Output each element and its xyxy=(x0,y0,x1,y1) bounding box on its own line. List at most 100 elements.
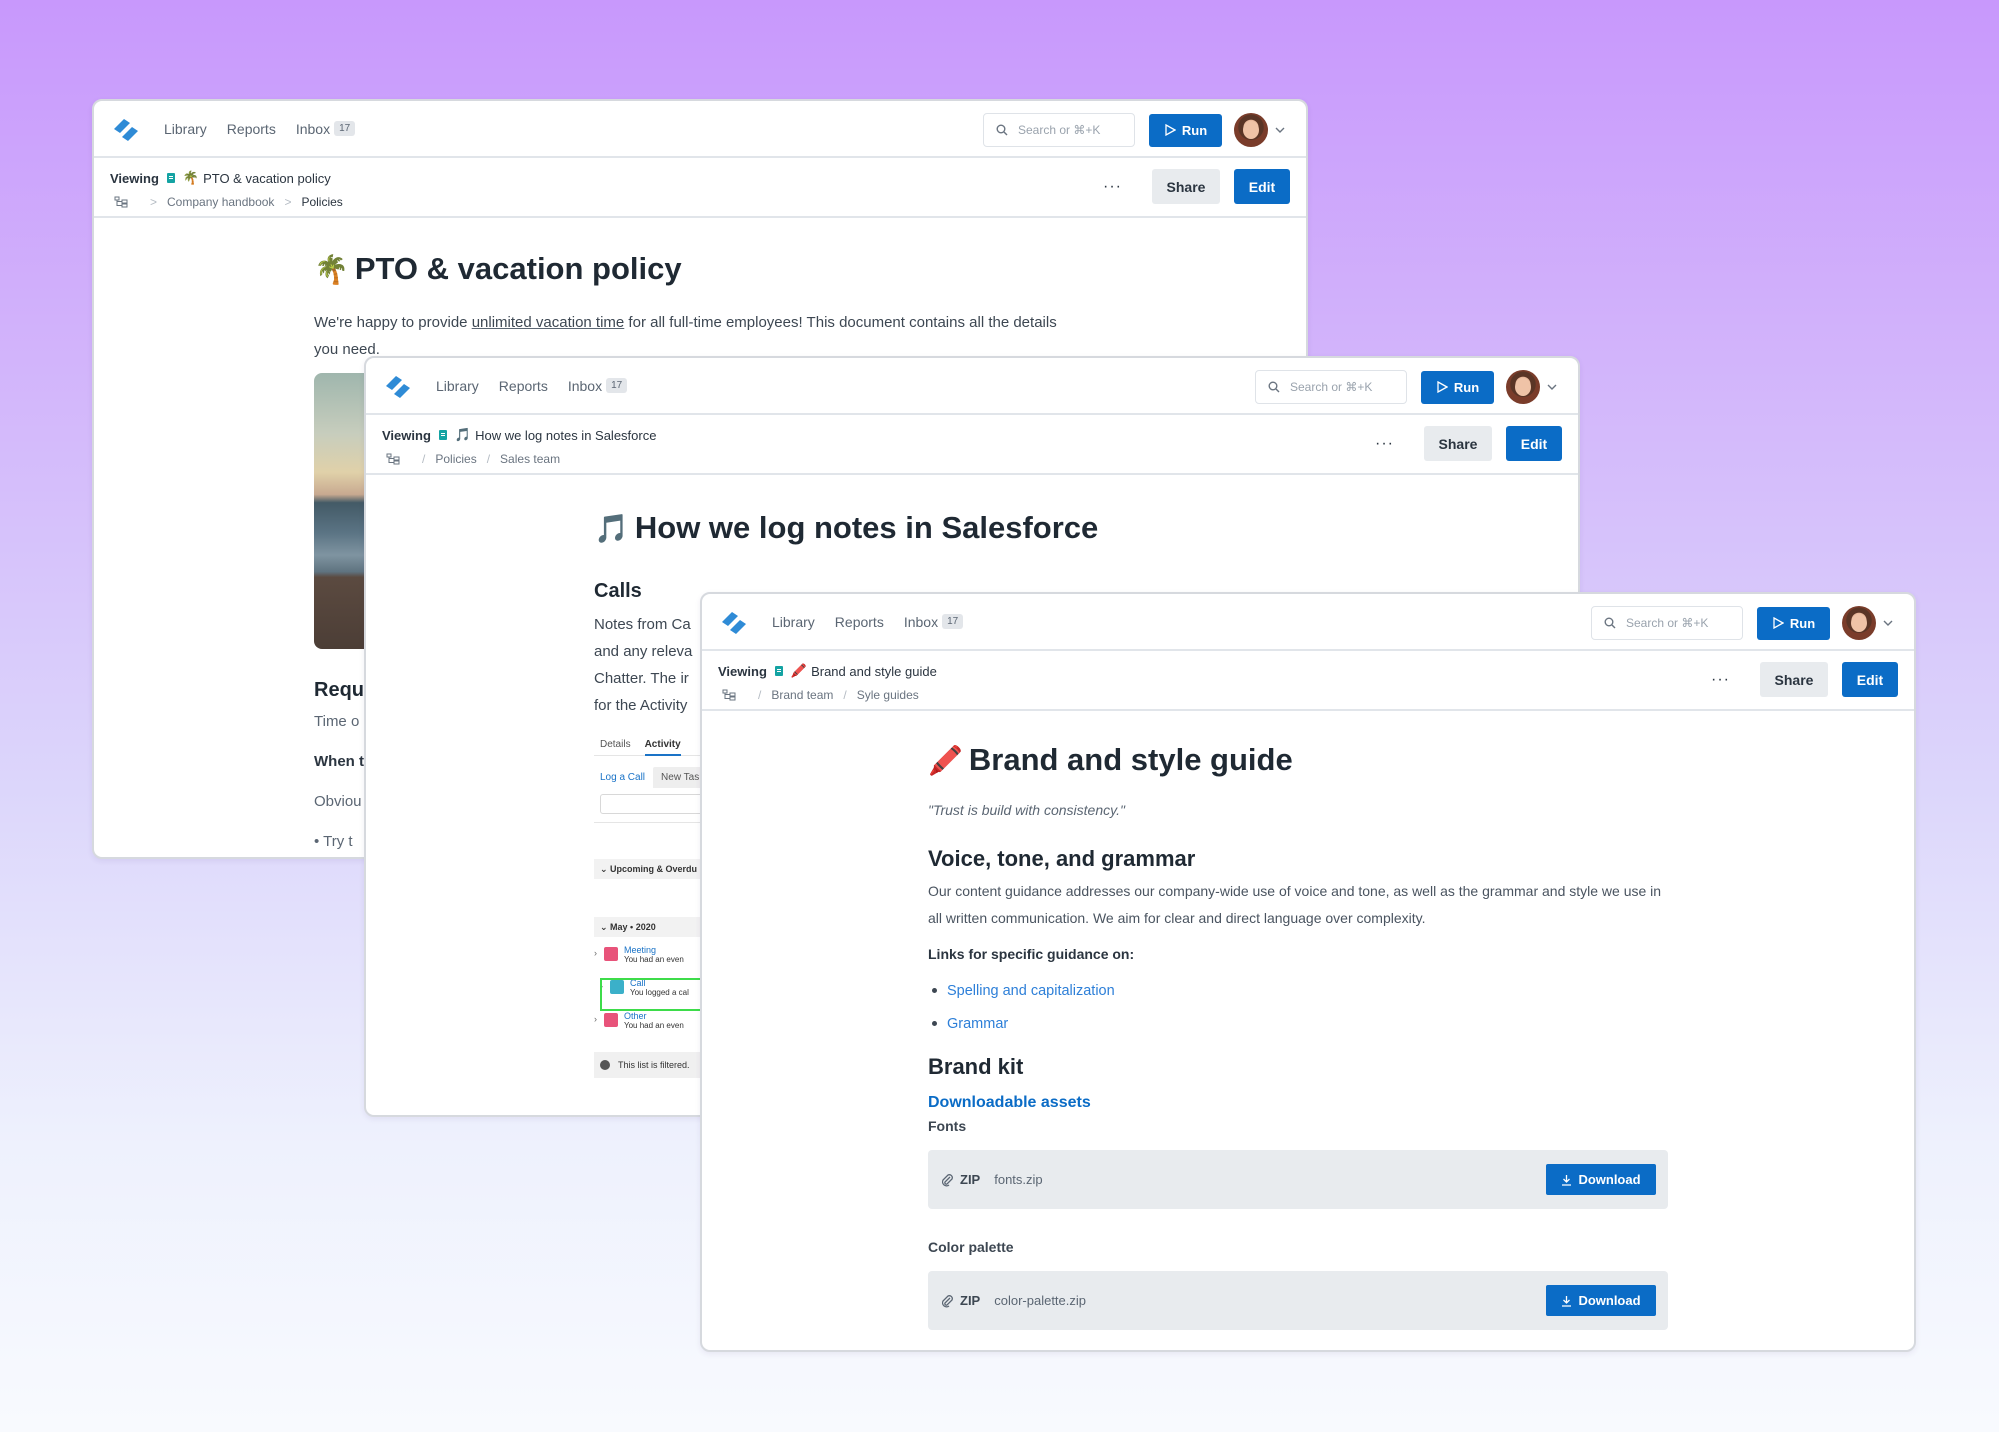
sf-expand-icon: › xyxy=(594,1014,597,1024)
file-type: ZIP xyxy=(960,1293,981,1308)
nav-inbox[interactable]: Inbox 17 xyxy=(567,377,628,394)
fonts-label: Fonts xyxy=(928,1118,967,1134)
play-icon xyxy=(1773,617,1784,629)
sf-input-box xyxy=(600,794,714,814)
nav-library[interactable]: Library xyxy=(772,614,815,630)
sf-timeline-item: › Call You logged a cal xyxy=(600,978,714,1011)
user-avatar[interactable] xyxy=(1842,606,1876,640)
document-title: Brand and style guide xyxy=(811,663,937,679)
edit-button[interactable]: Edit xyxy=(1234,169,1290,204)
share-button[interactable]: Share xyxy=(1152,169,1220,204)
nav-reports[interactable]: Reports xyxy=(499,378,548,394)
nav-reports[interactable]: Reports xyxy=(835,614,884,630)
search-input[interactable]: Search or ⌘+K xyxy=(983,113,1135,147)
main-nav: Library Reports Inbox 17 xyxy=(772,614,964,630)
link-grammar[interactable]: Grammar xyxy=(928,1007,1668,1040)
link-spelling-capitalization[interactable]: Spelling and capitalization xyxy=(928,974,1668,1007)
download-label: Download xyxy=(1578,1293,1641,1308)
sf-tabs: Details Activity xyxy=(594,734,714,756)
download-fonts-button[interactable]: Download xyxy=(1546,1164,1656,1195)
color-palette-label: Color palette xyxy=(928,1239,1014,1255)
nav-inbox[interactable]: Inbox 17 xyxy=(904,614,964,630)
chevron-down-icon[interactable] xyxy=(1546,381,1558,393)
palm-tree-icon: 🌴 xyxy=(314,253,349,285)
nav-reports[interactable]: Reports xyxy=(227,121,276,137)
search-input[interactable]: Search or ⌘+K xyxy=(1255,370,1407,404)
breadcrumb-separator: > xyxy=(150,195,158,209)
unlimited-vacation-link[interactable]: unlimited vacation time xyxy=(472,314,625,331)
search-input[interactable]: Search or ⌘+K xyxy=(1591,606,1743,640)
search-icon xyxy=(1268,381,1280,393)
links-label: Links for specific guidance on: xyxy=(928,946,1135,962)
more-options-button[interactable]: ··· xyxy=(1711,671,1730,687)
share-button[interactable]: Share xyxy=(1424,426,1492,461)
breadcrumb-policies[interactable]: Policies xyxy=(435,452,476,466)
search-icon xyxy=(1604,617,1616,629)
download-label: Download xyxy=(1578,1172,1641,1187)
bullet-text: Try t xyxy=(323,833,353,850)
bullet-item: • Try t xyxy=(314,833,353,850)
hierarchy-icon[interactable] xyxy=(114,196,128,208)
viewing-label: Viewing xyxy=(110,170,159,186)
document-title: PTO & vacation policy xyxy=(203,170,331,186)
breadcrumb-company-handbook[interactable]: Company handbook xyxy=(167,195,274,209)
sf-item-sub: You had an even xyxy=(624,1021,684,1030)
sf-expand-icon: › xyxy=(594,948,597,958)
guidance-links-list: Spelling and capitalization Grammar xyxy=(928,974,1668,1040)
download-color-palette-button[interactable]: Download xyxy=(1546,1285,1656,1316)
sf-item-title: Meeting xyxy=(624,945,657,955)
paperclip-icon xyxy=(941,1294,953,1307)
run-label: Run xyxy=(1453,379,1480,395)
user-avatar[interactable] xyxy=(1234,113,1268,147)
app-logo[interactable] xyxy=(110,113,142,145)
sf-upcoming-band: ⌄ Upcoming & Overdu xyxy=(594,859,714,879)
share-button[interactable]: Share xyxy=(1760,662,1828,697)
run-button[interactable]: Run xyxy=(1421,370,1494,404)
viewing-label: Viewing xyxy=(718,663,767,679)
nav-inbox[interactable]: Inbox 17 xyxy=(296,121,356,137)
app-logo[interactable] xyxy=(382,370,414,402)
document-header: Viewing 🌴 PTO & vacation policy > Compan… xyxy=(94,158,1306,218)
chevron-down-icon[interactable] xyxy=(1274,124,1286,136)
chevron-down-icon[interactable] xyxy=(1882,617,1894,629)
page-title: 🖍️ Brand and style guide xyxy=(928,742,1668,778)
download-icon xyxy=(1562,1174,1572,1186)
info-icon xyxy=(600,1060,610,1070)
hierarchy-icon[interactable] xyxy=(386,453,400,465)
palm-tree-icon: 🌴 xyxy=(182,170,200,185)
run-button[interactable]: Run xyxy=(1757,606,1830,640)
document-icon xyxy=(166,173,175,183)
voice-paragraph: Our content guidance addresses our compa… xyxy=(928,883,1662,926)
inbox-count-badge: 17 xyxy=(942,614,964,629)
nav-library[interactable]: Library xyxy=(164,121,207,137)
app-logo[interactable] xyxy=(718,606,750,638)
section-heading: Requ xyxy=(314,679,364,701)
edit-button[interactable]: Edit xyxy=(1842,662,1898,697)
hierarchy-icon[interactable] xyxy=(722,689,736,701)
file-type: ZIP xyxy=(960,1172,981,1187)
breadcrumb-policies[interactable]: Policies xyxy=(301,195,342,209)
breadcrumb-brand-team[interactable]: Brand team xyxy=(771,688,833,702)
downloadable-assets-link[interactable]: Downloadable assets xyxy=(928,1094,1668,1112)
more-options-button[interactable]: ··· xyxy=(1103,178,1122,194)
sf-tab-activity: Activity xyxy=(644,739,681,756)
search-placeholder: Search or ⌘+K xyxy=(1018,123,1101,137)
top-nav-bar: Library Reports Inbox 17 Search or ⌘+K Ru… xyxy=(702,594,1914,651)
user-avatar[interactable] xyxy=(1506,370,1540,404)
nav-library[interactable]: Library xyxy=(436,378,479,394)
calendar-icon xyxy=(604,1013,618,1027)
sf-actions: Log a Call New Tas xyxy=(594,766,714,788)
more-options-button[interactable]: ··· xyxy=(1375,435,1394,451)
breadcrumb-style-guides[interactable]: Syle guides xyxy=(857,688,919,702)
sf-timeline-item: › Other You had an even xyxy=(594,1011,714,1044)
search-placeholder: Search or ⌘+K xyxy=(1290,380,1373,394)
document-icon xyxy=(438,430,447,440)
main-nav: Library Reports Inbox 17 xyxy=(436,377,628,394)
edit-button[interactable]: Edit xyxy=(1506,426,1562,461)
document-header: Viewing 🎵 How we log notes in Salesforce… xyxy=(366,415,1578,475)
phone-icon xyxy=(610,980,624,994)
nav-inbox-label: Inbox xyxy=(567,377,603,394)
breadcrumb-sales-team[interactable]: Sales team xyxy=(500,452,560,466)
salesforce-screenshot: Details Activity Log a Call New Tas ⌄ Up… xyxy=(594,734,714,1094)
run-button[interactable]: Run xyxy=(1149,113,1222,147)
